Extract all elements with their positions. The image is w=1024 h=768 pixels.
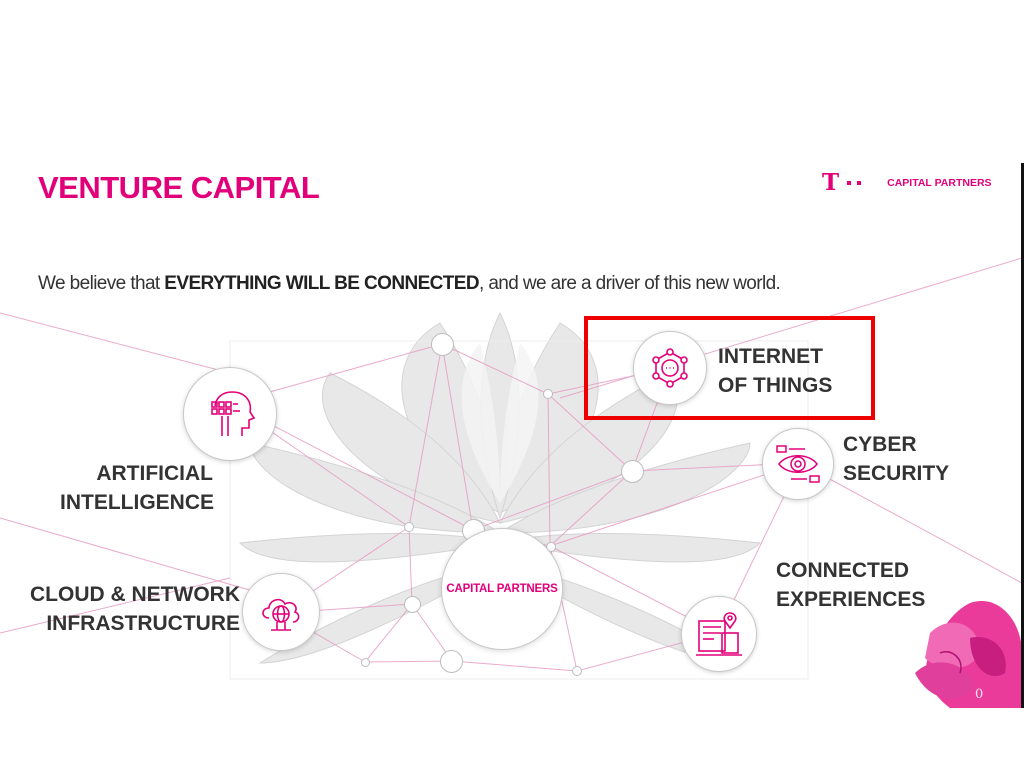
label-artificial-intelligence: ARTIFICIAL INTELLIGENCE xyxy=(60,459,215,517)
label-line: EXPERIENCES xyxy=(776,588,926,611)
label-line: INFRASTRUCTURE xyxy=(46,612,240,635)
network-node xyxy=(404,522,414,532)
label-line: INTELLIGENCE xyxy=(60,491,215,514)
logo-text: CAPITAL PARTNERS xyxy=(887,177,992,189)
label-cloud-network-infrastructure: CLOUD & NETWORK INFRASTRUCTURE xyxy=(30,580,240,638)
city-pin-icon xyxy=(681,596,757,672)
brand-logo: T CAPITAL PARTNERS xyxy=(822,170,992,196)
label-line: CLOUD & NETWORK xyxy=(30,583,240,606)
presentation-slide: VENTURE CAPITAL T CAPITAL PARTNERS We be… xyxy=(0,163,1022,708)
eye-scan-icon xyxy=(762,428,834,500)
center-hub-label: CAPITAL PARTNERS xyxy=(446,583,558,595)
tagline: We believe that EVERYTHING WILL BE CONNE… xyxy=(38,273,781,295)
label-line: SECURITY xyxy=(843,462,950,485)
network-node xyxy=(572,666,582,676)
head-circuit-icon xyxy=(183,367,277,461)
label-line: CONNECTED xyxy=(776,559,910,582)
highlight-box xyxy=(584,316,875,420)
telekom-t-icon: T xyxy=(822,169,840,196)
logo-dots-icon xyxy=(847,181,862,185)
network-node xyxy=(440,650,463,673)
network-node xyxy=(361,658,370,667)
label-line: CYBER xyxy=(843,433,917,456)
page-number: 0 xyxy=(975,687,984,702)
slide-title: VENTURE CAPITAL xyxy=(38,170,320,205)
label-cyber-security: CYBER SECURITY xyxy=(843,430,949,488)
center-hub: CAPITAL PARTNERS xyxy=(441,528,563,650)
network-node xyxy=(621,460,644,483)
label-line: ARTIFICIAL xyxy=(96,462,213,485)
network-node xyxy=(543,389,553,399)
network-node xyxy=(431,333,454,356)
bougainvillea-flower-image xyxy=(915,601,1022,708)
tagline-emphasis: EVERYTHING WILL BE CONNECTED xyxy=(164,273,479,294)
tagline-end: , and we are a driver of this new world. xyxy=(478,273,781,294)
label-connected-experiences: CONNECTED EXPERIENCES xyxy=(776,556,925,614)
tagline-start: We believe that xyxy=(38,273,165,294)
network-node xyxy=(404,596,421,613)
cloud-globe-icon xyxy=(242,573,320,651)
